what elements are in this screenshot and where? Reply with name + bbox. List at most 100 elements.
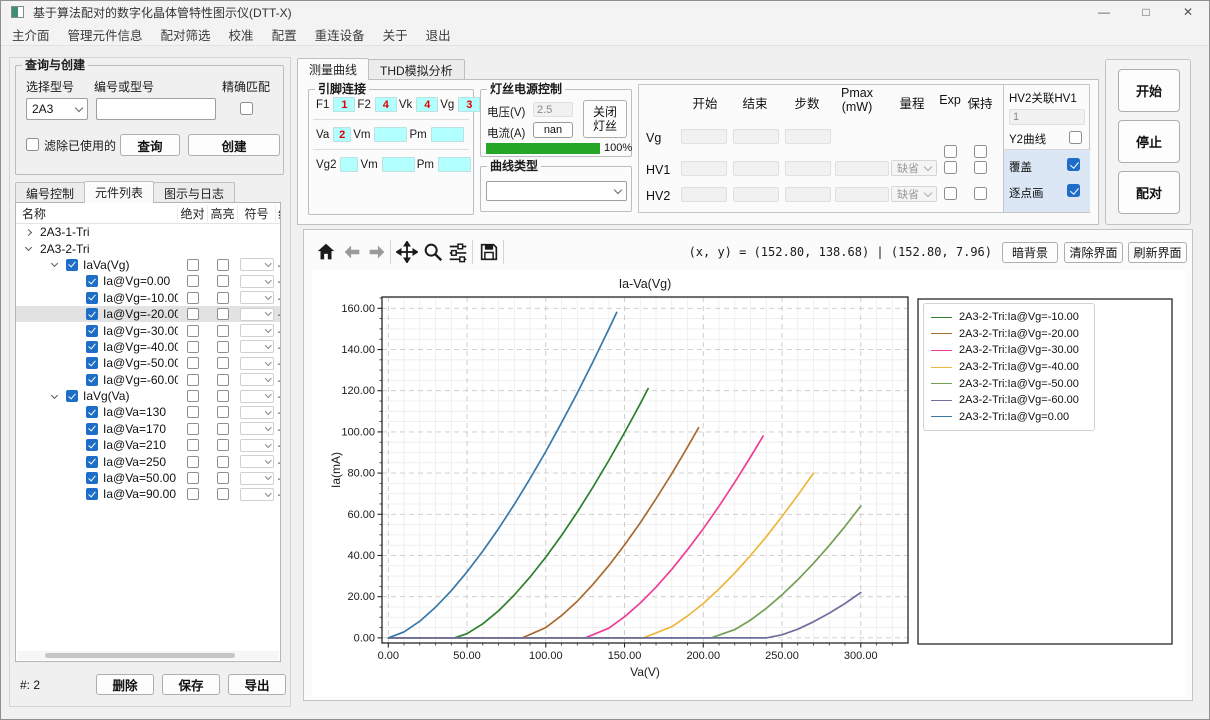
hv1-end-field[interactable] (733, 161, 779, 176)
tree-row[interactable]: Ia@Vg=-30.00— (16, 322, 280, 338)
configure-subplots-icon[interactable] (446, 240, 470, 264)
highlight-checkbox[interactable] (217, 357, 229, 369)
absolute-checkbox[interactable] (187, 439, 199, 451)
pointwise-checkbox[interactable] (1067, 184, 1080, 197)
create-button[interactable]: 创建 (188, 134, 280, 156)
tab-测量曲线[interactable]: 测量曲线 (297, 58, 369, 80)
pin-field-Pm[interactable] (431, 127, 464, 142)
absolute-checkbox[interactable] (187, 390, 199, 402)
tree-item-checkbox[interactable] (86, 406, 98, 418)
curve-type-combo[interactable] (486, 181, 627, 201)
tree-row[interactable]: IaVa(Vg)— (16, 257, 280, 273)
hv1-exp-checkbox[interactable] (944, 161, 957, 174)
tree-row[interactable]: Ia@Vg=-20.00— (16, 306, 280, 322)
highlight-checkbox[interactable] (217, 406, 229, 418)
dark-background-button[interactable]: 暗背景 (1002, 242, 1058, 263)
absolute-checkbox[interactable] (187, 308, 199, 320)
filament-off-button[interactable]: 关闭 灯丝 (583, 100, 627, 138)
tree-item-checkbox[interactable] (86, 325, 98, 337)
symbol-combo[interactable] (240, 291, 274, 304)
pin-field-Va[interactable]: 2 (333, 127, 351, 142)
tree-row[interactable]: Ia@Va=130— (16, 404, 280, 420)
filter-used-checkbox[interactable] (26, 138, 39, 151)
highlight-checkbox[interactable] (217, 456, 229, 468)
query-button[interactable]: 查询 (120, 134, 180, 156)
vg-steps-field[interactable] (785, 129, 831, 144)
tree-item-checkbox[interactable] (86, 488, 98, 500)
menu-item-退出[interactable]: 退出 (417, 25, 460, 44)
hv2-start-field[interactable] (681, 187, 727, 202)
save-icon[interactable] (477, 240, 501, 264)
symbol-combo[interactable] (240, 357, 274, 370)
tree-item-checkbox[interactable] (86, 456, 98, 468)
absolute-checkbox[interactable] (187, 341, 199, 353)
pin-field-F1[interactable]: 1 (333, 97, 355, 112)
hv1-hold-checkbox[interactable] (974, 161, 987, 174)
symbol-combo[interactable] (240, 488, 274, 501)
expander-open-icon[interactable] (51, 392, 58, 399)
menu-item-主介面[interactable]: 主介面 (3, 25, 59, 44)
tree-item-checkbox[interactable] (86, 308, 98, 320)
highlight-checkbox[interactable] (217, 259, 229, 271)
pin-field-Pm[interactable] (438, 157, 471, 172)
highlight-checkbox[interactable] (217, 390, 229, 402)
menu-item-管理元件信息[interactable]: 管理元件信息 (59, 25, 152, 44)
save-button[interactable]: 保存 (162, 674, 220, 695)
tree-row[interactable]: Ia@Vg=-60.00— (16, 372, 280, 388)
model-select-combo[interactable]: 2A3 (26, 98, 88, 120)
symbol-combo[interactable] (240, 324, 274, 337)
tree-row[interactable]: Ia@Va=210— (16, 437, 280, 453)
menu-item-校准[interactable]: 校准 (220, 25, 263, 44)
overlay-checkbox[interactable] (1067, 158, 1080, 171)
back-icon[interactable] (340, 240, 364, 264)
close-button[interactable]: ✕ (1167, 1, 1209, 23)
vg-end-field[interactable] (733, 129, 779, 144)
pin-field-Vg2[interactable] (340, 157, 358, 172)
highlight-checkbox[interactable] (217, 275, 229, 287)
tab-元件列表[interactable]: 元件列表 (84, 181, 154, 203)
menu-item-重连设备[interactable]: 重连设备 (306, 25, 374, 44)
forward-icon[interactable] (365, 240, 389, 264)
menu-item-关于[interactable]: 关于 (374, 25, 417, 44)
highlight-checkbox[interactable] (217, 341, 229, 353)
hv2-end-field[interactable] (733, 187, 779, 202)
tree-row[interactable]: Ia@Vg=-50.00— (16, 355, 280, 371)
symbol-combo[interactable] (240, 439, 274, 452)
tree-row[interactable]: Ia@Va=250— (16, 453, 280, 469)
stop-button[interactable]: 停止 (1118, 120, 1180, 163)
symbol-combo[interactable] (240, 373, 274, 386)
home-icon[interactable] (314, 240, 338, 264)
hv1-pmax-field[interactable] (835, 161, 889, 176)
tree-row[interactable]: Ia@Va=90.00— (16, 486, 280, 502)
tree-item-checkbox[interactable] (86, 423, 98, 435)
symbol-combo[interactable] (240, 406, 274, 419)
tree-item-checkbox[interactable] (66, 259, 78, 271)
tree-item-checkbox[interactable] (86, 472, 98, 484)
tree-row[interactable]: Ia@Vg=-10.00— (16, 290, 280, 306)
menu-item-配对筛选[interactable]: 配对筛选 (152, 25, 220, 44)
vg-start-field[interactable] (681, 129, 727, 144)
start-button[interactable]: 开始 (1118, 69, 1180, 112)
tree-row[interactable]: 2A3-2-Tri (16, 240, 280, 256)
highlight-checkbox[interactable] (217, 488, 229, 500)
absolute-checkbox[interactable] (187, 275, 199, 287)
minimize-button[interactable]: — (1083, 1, 1125, 23)
tree-item-checkbox[interactable] (86, 357, 98, 369)
tree-row[interactable]: Ia@Vg=0.00— (16, 273, 280, 289)
absolute-checkbox[interactable] (187, 325, 199, 337)
highlight-checkbox[interactable] (217, 325, 229, 337)
hv1-range-combo[interactable]: 缺省 (891, 160, 937, 176)
symbol-combo[interactable] (240, 340, 274, 353)
vg-hold-checkbox[interactable] (974, 145, 987, 158)
tree-row[interactable]: Ia@Va=50.00— (16, 470, 280, 486)
hv2-exp-checkbox[interactable] (944, 187, 957, 200)
highlight-checkbox[interactable] (217, 292, 229, 304)
pair-button[interactable]: 配对 (1118, 171, 1180, 214)
highlight-checkbox[interactable] (217, 472, 229, 484)
tab-图示与日志[interactable]: 图示与日志 (153, 182, 235, 203)
pin-field-Vk[interactable]: 4 (416, 97, 438, 112)
hv2-hold-checkbox[interactable] (974, 187, 987, 200)
tree-horizontal-scrollbar[interactable] (17, 651, 279, 660)
hv1-steps-field[interactable] (785, 161, 831, 176)
pin-field-F2[interactable]: 4 (375, 97, 397, 112)
